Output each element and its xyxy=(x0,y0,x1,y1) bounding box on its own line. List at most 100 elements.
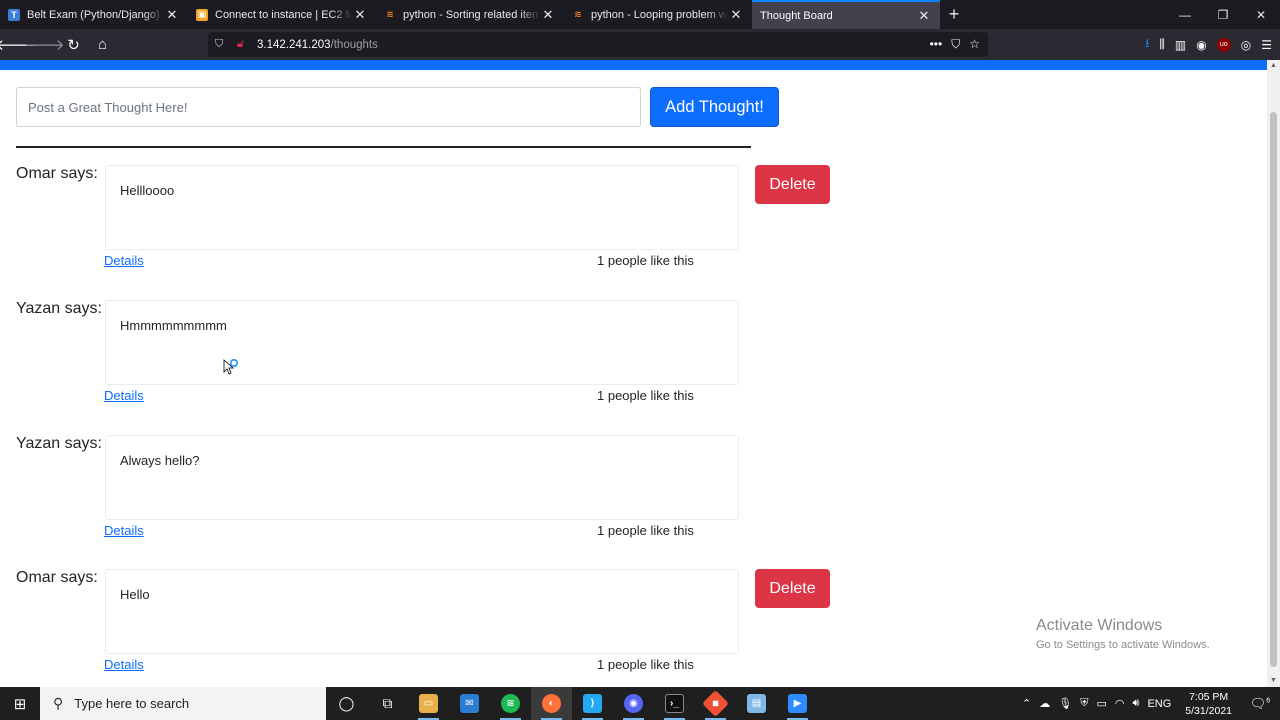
stackoverflow-icon: ≋ xyxy=(386,9,394,19)
page-scrollbar[interactable]: ▲ ▼ xyxy=(1267,60,1280,687)
security-icon[interactable]: ⛨ xyxy=(1080,697,1088,710)
tab-title: Thought Board xyxy=(760,9,833,22)
divider xyxy=(16,146,751,148)
delete-button[interactable]: Delete xyxy=(755,569,830,608)
spotify-icon[interactable]: ≋ xyxy=(490,687,531,720)
thought-text: Hmmmmmmmmm xyxy=(105,300,739,385)
delete-button[interactable]: Delete xyxy=(755,165,830,204)
post-thought-input[interactable] xyxy=(16,87,641,127)
reload-icon[interactable]: ↻ xyxy=(60,31,87,58)
likes-count: 1 people like this xyxy=(597,388,694,403)
downloads-icon[interactable]: ⭳ xyxy=(1145,34,1149,55)
close-tab-icon[interactable]: ✕ xyxy=(916,8,932,24)
address-bar[interactable]: ⛉ 🔓︎ 3.142.241.203/thoughts ••• ⛉ ☆ xyxy=(208,32,988,57)
close-tab-icon[interactable]: ✕ xyxy=(540,7,556,23)
close-tab-icon[interactable]: ✕ xyxy=(164,7,180,23)
browser-tab-3[interactable]: ≋ python - Sorting related items ✕ xyxy=(376,0,564,29)
insecure-lock-icon[interactable]: 🔓︎ xyxy=(237,38,251,51)
ublock-icon[interactable]: uo xyxy=(1216,37,1231,52)
search-icon: ⚲ xyxy=(53,695,64,711)
browser-tab-bar: T Belt Exam (Python/Django) - O ✕ ▣ Conn… xyxy=(0,0,1280,29)
forward-icon[interactable]: 🡒 xyxy=(24,31,64,58)
task-view-icon[interactable]: ⧉ xyxy=(367,687,408,720)
notepad-icon[interactable]: ▤ xyxy=(736,687,777,720)
microphone-icon[interactable]: 🎙︎ xyxy=(1058,697,1072,710)
notifications-icon[interactable]: 🗨︎6 xyxy=(1246,696,1274,712)
thought-author: Omar says: xyxy=(16,569,98,586)
browser-tab-4[interactable]: ≋ python - Looping problem with ✕ xyxy=(564,0,752,29)
close-tab-icon[interactable]: ✕ xyxy=(728,7,744,23)
browser-toolbar: 🡐 🡒 ↻ ⌂ ⛉ 🔓︎ 3.142.241.203/thoughts ••• … xyxy=(0,29,1280,60)
thought-item: Omar says: Hello Details 1 people like t… xyxy=(0,569,900,687)
bookmark-star-icon[interactable]: ☆ xyxy=(969,37,980,52)
tab-title: Belt Exam (Python/Django) - O xyxy=(27,8,164,21)
extension-icon[interactable]: ◉ xyxy=(1196,38,1206,52)
close-window-icon[interactable]: ✕ xyxy=(1242,0,1280,29)
details-link[interactable]: Details xyxy=(104,388,144,403)
pocket-icon[interactable]: ⛉ xyxy=(951,37,960,52)
onedrive-icon[interactable]: ☁ xyxy=(1039,697,1050,710)
browser-tab-2[interactable]: ▣ Connect to instance | EC2 Mana ✕ xyxy=(188,0,376,29)
new-tab-icon[interactable]: + xyxy=(940,0,968,29)
system-tray: ⌃ ☁ 🎙︎ ⛨ ▭ ◠ 🔊︎ ENG 7:05 PM 5/31/2021 🗨︎… xyxy=(1022,690,1280,718)
taskbar-clock[interactable]: 7:05 PM 5/31/2021 xyxy=(1185,690,1232,718)
toolbar-extensions: ⭳ ⫼ ▥ ◉ uo ◎ ☰ xyxy=(1145,32,1272,57)
thought-item: Omar says: Hellloooo Details 1 people li… xyxy=(0,165,900,290)
search-placeholder: Type here to search xyxy=(74,696,190,711)
library-icon[interactable]: ⫼ xyxy=(1159,37,1165,52)
scrollbar-thumb[interactable] xyxy=(1270,112,1277,667)
firefox-icon[interactable]: ◐ xyxy=(531,687,572,720)
home-icon[interactable]: ⌂ xyxy=(89,31,116,58)
language-indicator[interactable]: ENG xyxy=(1147,698,1171,710)
coding-dojo-icon: T xyxy=(8,8,20,21)
windows-start-icon[interactable]: ⊞ xyxy=(0,687,40,720)
scroll-up-icon[interactable]: ▲ xyxy=(1267,60,1280,72)
browser-tab-active[interactable]: Thought Board ✕ xyxy=(752,0,940,29)
likes-count: 1 people like this xyxy=(597,253,694,268)
thought-text: Hello xyxy=(105,569,739,654)
tab-title: Connect to instance | EC2 Mana xyxy=(215,8,352,21)
file-explorer-icon[interactable]: ▭ xyxy=(408,687,449,720)
page-actions-icon[interactable]: ••• xyxy=(930,37,943,52)
vscode-icon[interactable]: ⟩ xyxy=(572,687,613,720)
cortana-icon[interactable]: ◯ xyxy=(326,687,367,720)
scroll-down-icon[interactable]: ▼ xyxy=(1267,675,1280,687)
tab-title: python - Sorting related items xyxy=(403,8,540,21)
restore-icon[interactable]: ❐ xyxy=(1204,0,1242,29)
details-link[interactable]: Details xyxy=(104,657,144,672)
header-bar xyxy=(0,60,1267,70)
menu-icon[interactable]: ☰ xyxy=(1261,38,1272,52)
sidebar-icon[interactable]: ▥ xyxy=(1175,38,1186,52)
thought-text: Hellloooo xyxy=(105,165,739,250)
add-thought-button[interactable]: Add Thought! xyxy=(650,87,779,127)
watermark-title: Activate Windows xyxy=(1036,617,1163,634)
battery-icon[interactable]: ▭ xyxy=(1096,697,1106,710)
mail-icon[interactable]: ✉ xyxy=(449,687,490,720)
minimize-icon[interactable]: — xyxy=(1166,0,1204,29)
thought-item: Yazan says: Always hello? Details 1 peop… xyxy=(0,435,900,560)
thought-item: Yazan says: Hmmmmmmmmm Details 1 people … xyxy=(0,300,900,425)
window-controls: — ❐ ✕ xyxy=(1166,0,1280,29)
tray-overflow-icon[interactable]: ⌃ xyxy=(1022,697,1031,710)
thought-text: Always hello? xyxy=(105,435,739,520)
account-icon[interactable]: ◎ xyxy=(1241,38,1251,52)
details-link[interactable]: Details xyxy=(104,523,144,538)
details-link[interactable]: Details xyxy=(104,253,144,268)
clock-date: 5/31/2021 xyxy=(1185,704,1232,717)
git-icon[interactable]: ◆ xyxy=(695,687,736,720)
tracking-shield-icon[interactable]: ⛉ xyxy=(215,38,229,51)
page-viewport: Add Thought! Omar says: Hellloooo Detail… xyxy=(0,60,1267,687)
aws-cube-icon: ▣ xyxy=(196,8,208,21)
discord-icon[interactable]: ◉ xyxy=(613,687,654,720)
url-path: /thoughts xyxy=(330,38,378,51)
taskbar-search[interactable]: ⚲ Type here to search xyxy=(40,687,326,720)
close-tab-icon[interactable]: ✕ xyxy=(352,7,368,23)
likes-count: 1 people like this xyxy=(597,523,694,538)
wifi-icon[interactable]: ◠ xyxy=(1115,697,1125,710)
volume-icon[interactable]: 🔊︎ xyxy=(1133,697,1140,710)
thought-author: Yazan says: xyxy=(16,300,102,317)
browser-tab-1[interactable]: T Belt Exam (Python/Django) - O ✕ xyxy=(0,0,188,29)
zoom-icon[interactable]: ▶ xyxy=(777,687,818,720)
terminal-icon[interactable]: ›_ xyxy=(654,687,695,720)
tab-title: python - Looping problem with xyxy=(591,8,728,21)
